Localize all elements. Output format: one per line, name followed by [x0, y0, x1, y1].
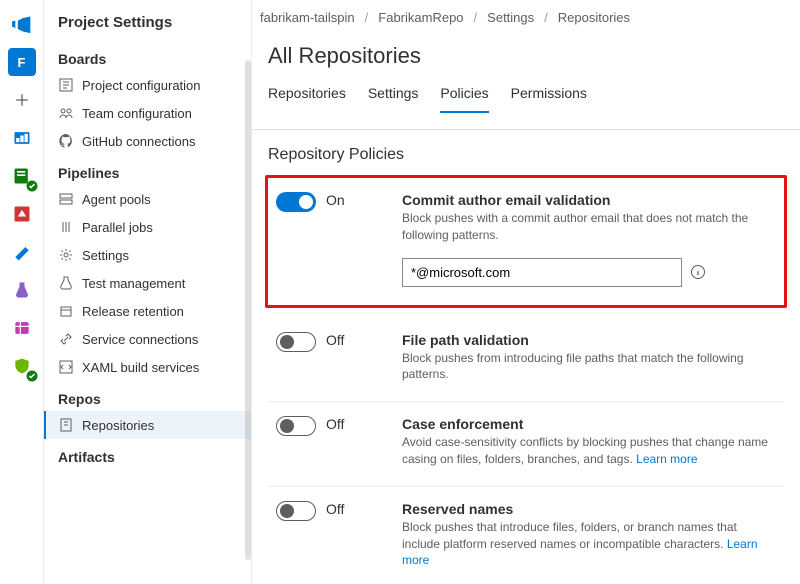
- gear-icon: [58, 247, 74, 263]
- policy-title: Reserved names: [402, 501, 776, 517]
- panel-title: Repository Policies: [268, 146, 784, 164]
- sidebar-section-repos: Repos: [44, 381, 251, 411]
- policy-title: Commit author email validation: [402, 192, 776, 208]
- toggle-state-label: Off: [326, 501, 344, 517]
- sidebar-item-settings[interactable]: Settings: [44, 241, 251, 269]
- policy-file-path-validation: Off File path validation Block pushes fr…: [268, 318, 784, 403]
- sidebar-item-test-management[interactable]: Test management: [44, 269, 251, 297]
- sidebar-item-agent-pools[interactable]: Agent pools: [44, 185, 251, 213]
- boards-icon[interactable]: [8, 124, 36, 152]
- toggle-state-label: Off: [326, 416, 344, 432]
- artifacts-icon[interactable]: [8, 314, 36, 342]
- sidebar-item-label: Parallel jobs: [82, 220, 153, 235]
- sidebar: Project Settings Boards Project configur…: [44, 0, 252, 584]
- test-plans-icon[interactable]: [8, 276, 36, 304]
- compliance-icon[interactable]: [8, 352, 36, 380]
- sidebar-item-label: Repositories: [82, 418, 154, 433]
- sidebar-section-pipelines: Pipelines: [44, 155, 251, 185]
- sidebar-item-xaml-build[interactable]: XAML build services: [44, 353, 251, 381]
- breadcrumb: fabrikam-tailspin/ FabrikamRepo/ Setting…: [252, 0, 800, 29]
- sidebar-item-repositories[interactable]: Repositories: [44, 411, 251, 439]
- toggle-file-path-validation[interactable]: [276, 332, 316, 352]
- project-tile[interactable]: F: [8, 48, 36, 76]
- plus-icon[interactable]: [8, 86, 36, 114]
- tabs: Repositories Settings Policies Permissio…: [252, 79, 800, 113]
- sidebar-item-team-configuration[interactable]: Team configuration: [44, 99, 251, 127]
- sidebar-item-parallel-jobs[interactable]: Parallel jobs: [44, 213, 251, 241]
- xaml-icon: [58, 359, 74, 375]
- toggle-reserved-names[interactable]: [276, 501, 316, 521]
- policy-description: Block pushes that introduce files, folde…: [402, 519, 776, 569]
- toggle-state-label: Off: [326, 332, 344, 348]
- test-management-icon: [58, 275, 74, 291]
- service-connections-icon: [58, 331, 74, 347]
- info-icon[interactable]: [690, 264, 706, 280]
- policy-case-enforcement: Off Case enforcement Avoid case-sensitiv…: [268, 402, 784, 487]
- left-rail: F: [0, 0, 44, 584]
- toggle-case-enforcement[interactable]: [276, 416, 316, 436]
- sidebar-section-boards: Boards: [44, 41, 251, 71]
- panel: Repository Policies On Commit author ema…: [252, 129, 800, 584]
- release-retention-icon: [58, 303, 74, 319]
- pipelines-red-icon[interactable]: [8, 200, 36, 228]
- sidebar-item-label: Release retention: [82, 304, 184, 319]
- sidebar-item-github-connections[interactable]: GitHub connections: [44, 127, 251, 155]
- project-config-icon: [58, 77, 74, 93]
- policy-commit-author-email: On Commit author email validation Block …: [265, 175, 787, 308]
- tab-settings[interactable]: Settings: [368, 79, 419, 113]
- sidebar-title: Project Settings: [44, 0, 251, 41]
- tab-policies[interactable]: Policies: [440, 79, 488, 113]
- sidebar-item-label: Agent pools: [82, 192, 151, 207]
- sidebar-item-label: Settings: [82, 248, 129, 263]
- sidebar-item-label: GitHub connections: [82, 134, 195, 149]
- toggle-commit-author-email[interactable]: [276, 192, 316, 212]
- sidebar-item-project-configuration[interactable]: Project configuration: [44, 71, 251, 99]
- policy-description: Block pushes with a commit author email …: [402, 210, 776, 244]
- sidebar-item-label: Service connections: [82, 332, 198, 347]
- sidebar-item-label: Team configuration: [82, 106, 192, 121]
- breadcrumb-item[interactable]: FabrikamRepo: [378, 10, 463, 25]
- main: fabrikam-tailspin/ FabrikamRepo/ Setting…: [252, 0, 800, 584]
- learn-more-link[interactable]: Learn more: [636, 452, 697, 466]
- sidebar-item-label: Test management: [82, 276, 185, 291]
- azure-devops-icon[interactable]: [8, 10, 36, 38]
- sidebar-scrollbar[interactable]: [245, 60, 251, 560]
- policy-description: Block pushes from introducing file paths…: [402, 350, 776, 384]
- github-icon: [58, 133, 74, 149]
- breadcrumb-item[interactable]: fabrikam-tailspin: [260, 10, 355, 25]
- policy-title: File path validation: [402, 332, 776, 348]
- sidebar-item-label: Project configuration: [82, 78, 201, 93]
- pipelines-icon[interactable]: [8, 238, 36, 266]
- policy-description: Avoid case-sensitivity conflicts by bloc…: [402, 434, 776, 468]
- sidebar-item-label: XAML build services: [82, 360, 199, 375]
- breadcrumb-item[interactable]: Repositories: [558, 10, 630, 25]
- sidebar-section-artifacts: Artifacts: [44, 439, 251, 469]
- parallel-jobs-icon: [58, 219, 74, 235]
- tab-permissions[interactable]: Permissions: [511, 79, 587, 113]
- team-config-icon: [58, 105, 74, 121]
- breadcrumb-item[interactable]: Settings: [487, 10, 534, 25]
- email-pattern-input[interactable]: [402, 258, 682, 287]
- repos-icon[interactable]: [8, 162, 36, 190]
- repositories-icon: [58, 417, 74, 433]
- agent-pools-icon: [58, 191, 74, 207]
- sidebar-item-release-retention[interactable]: Release retention: [44, 297, 251, 325]
- page-title: All Repositories: [252, 29, 800, 75]
- policy-reserved-names: Off Reserved names Block pushes that int…: [268, 487, 784, 584]
- tab-repositories[interactable]: Repositories: [268, 79, 346, 113]
- toggle-state-label: On: [326, 192, 345, 208]
- sidebar-item-service-connections[interactable]: Service connections: [44, 325, 251, 353]
- policy-title: Case enforcement: [402, 416, 776, 432]
